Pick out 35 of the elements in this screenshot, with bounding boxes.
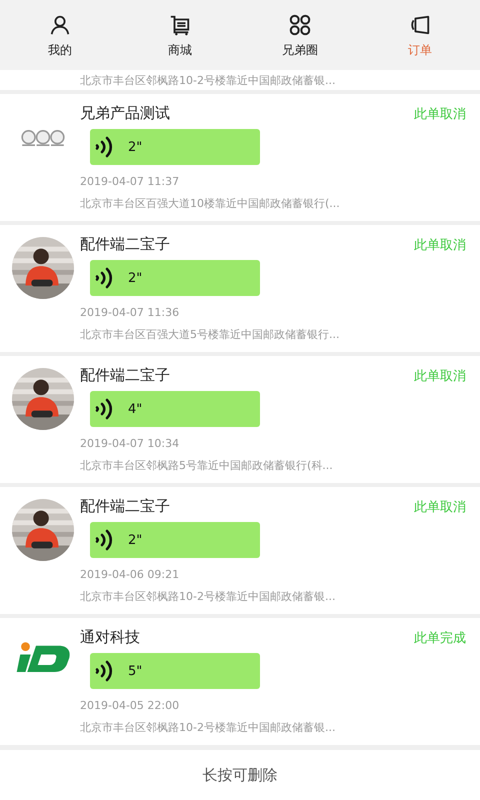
address-text: 北京市丰台区百强大道10楼靠近中国邮政储蓄银行(... bbox=[80, 196, 341, 211]
contact-name: 配件端二宝子 bbox=[80, 497, 170, 516]
address-text: 北京市丰台区邻枫路10-2号楼靠近中国邮政储蓄银... bbox=[80, 72, 336, 88]
nav-tab[interactable]: 我的 bbox=[0, 8, 120, 70]
voice-message[interactable]: 2" bbox=[90, 522, 260, 558]
sound-wave-icon bbox=[94, 528, 114, 552]
order-time: 2019-04-07 11:36 bbox=[80, 306, 180, 319]
contact-name: 通对科技 bbox=[80, 628, 140, 647]
person-icon bbox=[49, 14, 71, 36]
voice-message[interactable]: 5" bbox=[90, 653, 260, 689]
contact-name: 配件端二宝子 bbox=[80, 366, 170, 385]
delete-hint: 长按可删除 bbox=[202, 766, 278, 784]
nav-tab[interactable]: 兄弟圈 bbox=[240, 8, 360, 70]
sound-wave-icon bbox=[94, 135, 114, 159]
cart-icon bbox=[169, 14, 191, 36]
voice-message[interactable]: 2" bbox=[90, 260, 260, 296]
order-time: 2019-04-05 22:00 bbox=[80, 699, 180, 712]
address-text: 北京市丰台区百强大道5号楼靠近中国邮政储蓄银行... bbox=[80, 327, 340, 342]
address-text: 北京市丰台区邻枫路5号靠近中国邮政储蓄银行(科... bbox=[80, 458, 334, 473]
contact-name: 兄弟产品测试 bbox=[80, 104, 170, 123]
nav-tab[interactable]: 商城 bbox=[120, 8, 240, 70]
voice-message[interactable]: 4" bbox=[90, 391, 260, 427]
address-text: 北京市丰台区邻枫路10-2号楼靠近中国邮政储蓄银... bbox=[80, 720, 336, 735]
contact-name: 配件端二宝子 bbox=[80, 235, 170, 254]
order-time: 2019-04-07 10:34 bbox=[80, 437, 180, 450]
order-time: 2019-04-06 09:21 bbox=[80, 568, 180, 581]
sound-wave-icon bbox=[94, 659, 114, 683]
grid-icon bbox=[289, 14, 311, 36]
address-text: 北京市丰台区邻枫路10-2号楼靠近中国邮政储蓄银... bbox=[80, 589, 336, 604]
megaphone-icon bbox=[409, 14, 431, 36]
sound-wave-icon bbox=[94, 266, 114, 290]
sound-wave-icon bbox=[94, 397, 114, 421]
people-icon bbox=[21, 130, 65, 146]
voice-message[interactable]: 2" bbox=[90, 129, 260, 165]
order-time: 2019-04-07 11:37 bbox=[80, 175, 180, 188]
